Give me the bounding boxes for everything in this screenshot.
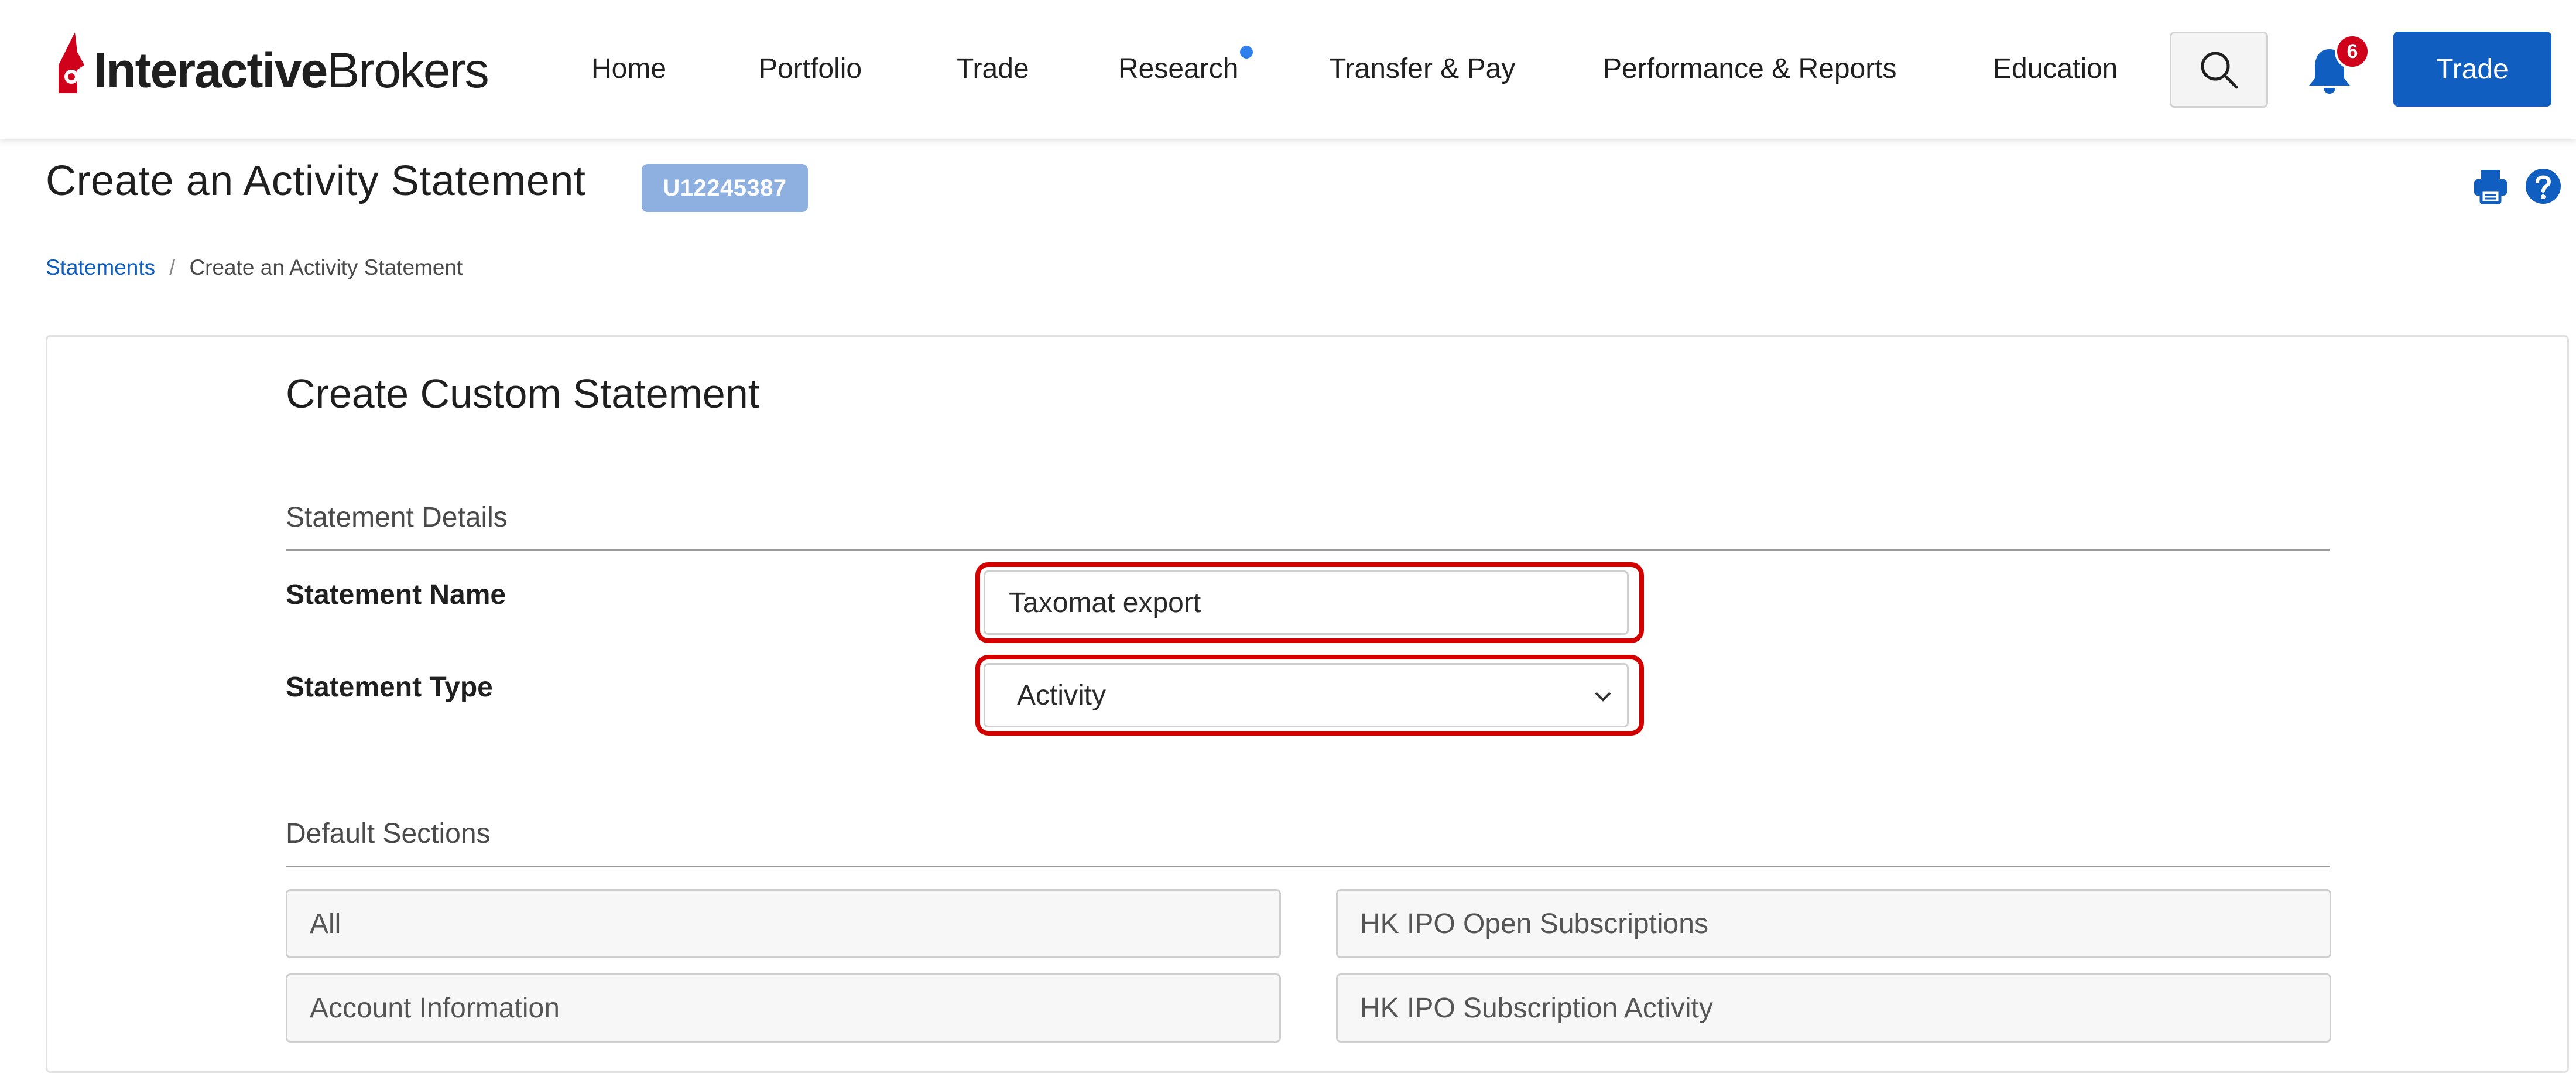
default-sections-divider <box>286 866 2330 867</box>
account-id-badge: U12245387 <box>642 164 808 212</box>
statement-details-divider <box>286 549 2330 551</box>
breadcrumb-statements-link[interactable]: Statements <box>46 255 155 279</box>
breadcrumb-current: Create an Activity Statement <box>189 255 463 279</box>
statement-type-select[interactable]: Activity <box>984 663 1629 727</box>
search-button[interactable] <box>2170 32 2268 108</box>
print-icon[interactable] <box>2472 168 2509 205</box>
nav-performance-reports[interactable]: Performance & Reports <box>1603 52 1897 87</box>
help-icon[interactable] <box>2524 168 2562 205</box>
section-option-hk-ipo-open-subscriptions[interactable]: HK IPO Open Subscriptions <box>1336 889 2331 958</box>
statement-type-label: Statement Type <box>286 672 493 703</box>
brand-logo[interactable]: InteractiveBrokers <box>54 28 499 98</box>
nav-education[interactable]: Education <box>1993 52 2118 87</box>
section-option-label: Account Information <box>310 992 560 1024</box>
research-new-indicator <box>1240 46 1253 59</box>
statement-name-label: Statement Name <box>286 579 506 610</box>
search-icon <box>2201 52 2238 89</box>
breadcrumb-separator: / <box>169 255 176 279</box>
nav-research[interactable]: Research <box>1118 52 1238 87</box>
nav-transfer-pay[interactable]: Transfer & Pay <box>1329 52 1515 87</box>
breadcrumb: Statements / Create an Activity Statement <box>46 255 463 280</box>
trade-button[interactable]: Trade <box>2393 32 2551 107</box>
brand-logo-text: InteractiveBrokers <box>94 43 489 98</box>
nav-trade[interactable]: Trade <box>957 52 1029 87</box>
notification-count-badge: 6 <box>2335 34 2370 69</box>
nav-portfolio[interactable]: Portfolio <box>759 52 862 87</box>
statement-type-value: Activity <box>1017 679 1107 711</box>
statement-name-input[interactable] <box>984 570 1629 635</box>
section-option-account-information[interactable]: Account Information <box>286 973 1281 1043</box>
section-option-label: HK IPO Subscription Activity <box>1360 992 1713 1024</box>
top-navigation-bar: InteractiveBrokers Home Portfolio Trade … <box>0 0 2576 139</box>
section-option-label: All <box>310 908 341 939</box>
chevron-down-icon <box>1595 692 1611 702</box>
nav-home[interactable]: Home <box>591 52 666 87</box>
page-title: Create an Activity Statement <box>46 158 586 204</box>
default-sections-heading: Default Sections <box>286 818 491 849</box>
ib-logo-icon <box>59 32 84 93</box>
section-option-hk-ipo-subscription-activity[interactable]: HK IPO Subscription Activity <box>1336 973 2331 1043</box>
section-option-label: HK IPO Open Subscriptions <box>1360 908 1708 939</box>
statement-details-heading: Statement Details <box>286 502 508 533</box>
form-title: Create Custom Statement <box>286 371 760 416</box>
section-option-all[interactable]: All <box>286 889 1281 958</box>
